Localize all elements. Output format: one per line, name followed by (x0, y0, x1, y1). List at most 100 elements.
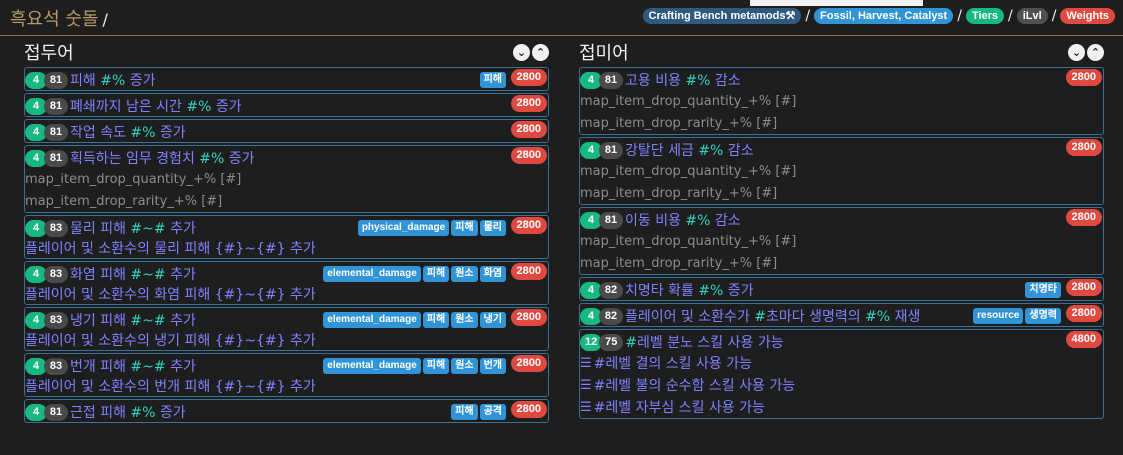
mod-line: 4 81 피해 #% 증가 (25, 70, 548, 90)
mod-row[interactable]: 4 81 이동 비용 #% 감소 map_item_drop_quantity_+% … (579, 207, 1104, 275)
mod-row[interactable]: 4 82 플레이어 및 소환수가 #초마다 생명력의 #% 재생 resource 생명… (579, 303, 1104, 327)
mod-tag[interactable]: 피해 (422, 266, 450, 282)
mod-stat-id: map_item_drop_quantity_+% [#] (580, 233, 797, 249)
mod-tag[interactable]: resource (973, 308, 1024, 324)
mod-tag[interactable]: 치명타 (1025, 282, 1061, 298)
mod-row[interactable]: 4 83 물리 피해 #~# 추가 플레이어 및 소환수의 물리 피해 {#}~{#}… (24, 215, 549, 259)
suffix-column: 접미어 ⌄ ⌃ 4 81 고용 비용 #% 감소 map_item_drop_quan… (579, 37, 1104, 421)
mod-text-part: 고용 비용 (625, 73, 686, 89)
mod-stat-id: map_item_drop_rarity_+% [#] (25, 193, 223, 209)
mod-text-part: 증가 (211, 99, 242, 115)
ilvl-badge: 83 (44, 265, 68, 283)
weight-badge: 2800 (1065, 209, 1102, 226)
mod-text-part: 증가 (224, 151, 255, 167)
mod-row[interactable]: 4 81 피해 #% 증가 피해 2800 (24, 67, 549, 91)
mod-tag[interactable]: 피해 (451, 220, 478, 236)
mod-text-part: 증가 (125, 73, 156, 89)
ilvl-badge: 83 (44, 357, 68, 375)
mod-line: 4 81 고용 비용 #% 감소 (580, 70, 1103, 90)
mod-tag[interactable]: 피해 (451, 404, 478, 420)
mod-value-placeholder: # (625, 335, 637, 351)
weight-badge: 2800 (510, 355, 547, 372)
expand-all-icon[interactable]: ⌄ (1068, 43, 1085, 61)
mod-text-part: 냉기 피해 (70, 313, 131, 329)
collapse-all-icon[interactable]: ⌃ (532, 43, 549, 61)
ilvl-badge: 81 (44, 123, 68, 141)
mod-text: 근접 피해 #% 증가 (70, 402, 186, 422)
mod-row[interactable]: 4 81 획득하는 임무 경험치 #% 증가 map_item_drop_quanti… (24, 145, 549, 213)
mod-text-part: 물리 피해 (70, 221, 131, 237)
mod-row[interactable]: 4 81 고용 비용 #% 감소 map_item_drop_quantity_+% … (579, 67, 1104, 135)
mod-description: 플레이어 및 소환수의 화염 피해 {#}~{#} 추가 (25, 287, 316, 303)
mod-row[interactable]: 12 75 #레벨 분노 스킬 사용 가능 ☰ #레벨 결의 스킬 사용 가능 ☰ #레벨 … (579, 329, 1104, 419)
mod-row[interactable]: 4 83 냉기 피해 #~# 추가 플레이어 및 소환수의 냉기 피해 {#}~{#}… (24, 307, 549, 351)
mod-text-part: 재생 (890, 309, 921, 325)
prefix-column: 접두어 ⌄ ⌃ 4 81 피해 #% 증가 피해 2800 4 81 폐쇄까지 남은 시간 #… (24, 37, 549, 425)
mod-row[interactable]: 4 83 번개 피해 #~# 추가 플레이어 및 소환수의 번개 피해 {#}~{#}… (24, 353, 549, 397)
mod-tag[interactable]: 번개 (479, 358, 506, 374)
mod-tag[interactable]: 피해 (422, 358, 450, 374)
mod-tag[interactable]: 원소 (451, 358, 478, 374)
prefix-mod-list: 4 81 피해 #% 증가 피해 2800 4 81 폐쇄까지 남은 시간 #% 증가 2800… (24, 67, 549, 423)
mod-tag[interactable]: 화염 (479, 266, 506, 282)
weight-badge: 2800 (1065, 279, 1102, 296)
mod-stat-id: map_item_drop_quantity_+% [#] (580, 93, 797, 109)
mod-tag[interactable]: 피해 (479, 72, 506, 88)
mod-value-placeholder: #% (130, 405, 156, 421)
mod-tag[interactable]: elemental_damage (323, 266, 421, 282)
prefix-header: 접두어 ⌄ ⌃ (24, 37, 549, 67)
mod-text: 피해 #% 증가 (70, 70, 155, 90)
mod-value-placeholder: # (754, 309, 767, 325)
mod-line: 4 81 강탈단 세금 #% 감소 (580, 140, 1103, 160)
mod-tag[interactable]: 냉기 (479, 312, 506, 328)
list-icon: ☰ (580, 377, 592, 393)
weight-badge: 2800 (510, 69, 547, 86)
mod-tag[interactable]: elemental_damage (323, 358, 421, 374)
option-pill-1[interactable]: Fossil, Harvest, Catalyst (814, 8, 954, 24)
expand-all-icon[interactable]: ⌄ (513, 43, 530, 61)
prefix-toggles: ⌄ ⌃ (513, 43, 549, 61)
page-title: 흑요석 숫돌 / (10, 5, 108, 31)
prefix-title: 접두어 (24, 43, 74, 64)
collapse-all-icon[interactable]: ⌃ (1087, 43, 1104, 61)
ilvl-badge: 82 (599, 281, 623, 299)
mod-row[interactable]: 4 81 폐쇄까지 남은 시간 #% 증가 2800 (24, 93, 549, 117)
mod-text-part: 추가 (165, 359, 196, 375)
option-pill-4[interactable]: Weights (1060, 8, 1115, 24)
mod-tag[interactable]: 물리 (479, 220, 506, 236)
mod-row[interactable]: 4 81 근접 피해 #% 증가 피해 공격 2800 (24, 399, 549, 423)
mod-stat-id: map_item_drop_rarity_+% [#] (580, 185, 778, 201)
option-pill-2[interactable]: Tiers (965, 8, 1005, 24)
mod-text-part: 감소 (710, 73, 741, 89)
ilvl-badge: 81 (599, 211, 623, 229)
mod-text-part: 근접 피해 (70, 405, 131, 421)
mod-value-placeholder: #~# (130, 313, 166, 329)
mod-stat-id: map_item_drop_quantity_+% [#] (25, 171, 242, 187)
mod-tag[interactable]: elemental_damage (323, 312, 421, 328)
mod-row[interactable]: 4 81 강탈단 세금 #% 감소 map_item_drop_quantity_+%… (579, 137, 1104, 205)
mod-tag[interactable]: physical_damage (357, 220, 450, 236)
mod-text: 화염 피해 #~# 추가 (70, 264, 196, 284)
mod-row[interactable]: 4 82 치명타 확률 #% 증가 치명타 2800 (579, 277, 1104, 301)
crumb-separator: / (1051, 8, 1057, 24)
list-icon: ☰ (580, 399, 592, 415)
mod-alt-text: #레벨 결의 스킬 사용 가능 (593, 356, 752, 372)
mod-row[interactable]: 4 83 화염 피해 #~# 추가 플레이어 및 소환수의 화염 피해 {#}~{#}… (24, 261, 549, 305)
mod-alt-line: ☰ #레벨 자부심 스킬 사용 가능 (580, 396, 1103, 418)
mod-tag[interactable]: 공격 (479, 404, 506, 420)
suffix-title: 접미어 (579, 43, 629, 64)
mod-tag[interactable]: 생명력 (1025, 308, 1061, 324)
mod-tag[interactable]: 원소 (451, 266, 478, 282)
mod-tag[interactable]: 피해 (422, 312, 450, 328)
ilvl-badge: 83 (44, 311, 68, 329)
mod-description: 플레이어 및 소환수의 냉기 피해 {#}~{#} 추가 (25, 333, 316, 349)
mod-tag[interactable]: 원소 (451, 312, 478, 328)
option-pill-0[interactable]: Crafting Bench metamods⚒ (642, 8, 802, 24)
mod-row[interactable]: 4 81 작업 속도 #% 증가 2800 (24, 119, 549, 143)
weight-badge: 2800 (510, 263, 547, 280)
weight-badge: 2800 (510, 121, 547, 138)
option-pill-3[interactable]: iLvl (1016, 8, 1048, 24)
mod-text-part: 이동 비용 (625, 213, 686, 229)
mod-value-placeholder: #% (130, 125, 156, 141)
mod-stat-id: map_item_drop_rarity_+% [#] (580, 255, 778, 271)
